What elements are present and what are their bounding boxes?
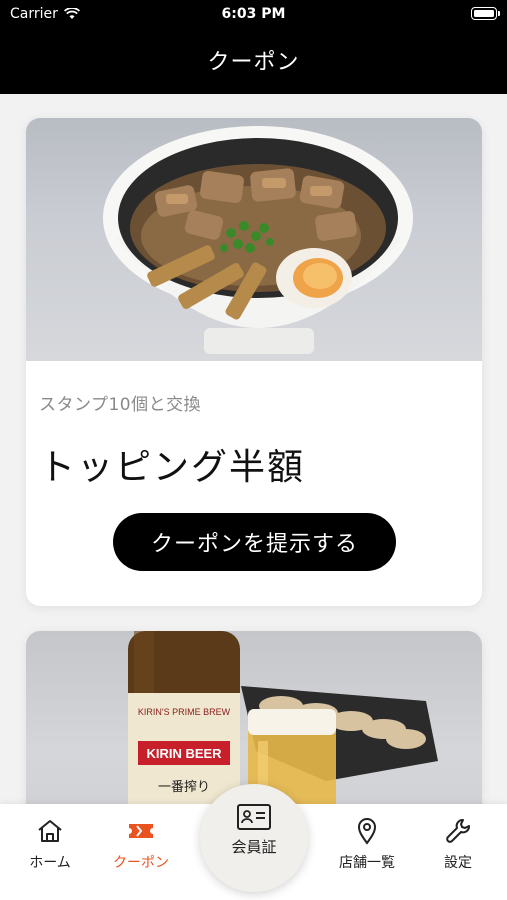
beer-label-brand: KIRIN BEER xyxy=(146,746,222,761)
coupon-title: トッピング半額 xyxy=(39,447,306,488)
clock: 6:03 PM xyxy=(221,6,286,22)
show-coupon-button[interactable]: クーポンを提示する xyxy=(113,513,396,571)
tab-coupon-label: クーポン xyxy=(113,855,169,871)
tab-settings-label: 設定 xyxy=(444,855,472,871)
tab-coupon[interactable]: クーポン xyxy=(96,816,186,872)
coupon-card: スタンプ10個と交換 トッピング半額 クーポンを提示する xyxy=(26,118,482,606)
beer-gyoza-illustration: KIRIN'S PRIME BREW KIRIN BEER 一番搾り xyxy=(128,631,438,804)
map-pin-icon xyxy=(357,818,377,845)
status-bar: Carrier 6:03 PM xyxy=(0,0,507,28)
coupon-condition: スタンプ10個と交換 xyxy=(39,395,202,415)
battery-icon xyxy=(471,7,500,20)
beer-label-sub: 一番搾り xyxy=(158,779,210,795)
ramen-illustration xyxy=(103,126,413,354)
tab-settings[interactable]: 設定 xyxy=(413,816,503,872)
tab-home[interactable]: ホーム xyxy=(5,816,95,872)
home-icon xyxy=(38,820,62,842)
tab-member-card[interactable]: 会員証 xyxy=(200,784,308,892)
top-bar: Carrier 6:03 PM クーポン xyxy=(0,0,507,94)
page-title: クーポン xyxy=(207,50,300,75)
tab-home-label: ホーム xyxy=(29,855,71,871)
tab-stores[interactable]: 店舗一覧 xyxy=(322,816,412,872)
tab-stores-label: 店舗一覧 xyxy=(339,855,395,871)
coupon-card: KIRIN'S PRIME BREW KIRIN BEER 一番搾り xyxy=(26,631,482,804)
ticket-icon xyxy=(129,824,153,838)
coupon-list[interactable]: スタンプ10個と交換 トッピング半額 クーポンを提示する KIRIN'S PRI… xyxy=(0,94,507,804)
id-card-icon xyxy=(237,804,271,830)
ramen-photo xyxy=(26,118,482,361)
beer-gyoza-photo: KIRIN'S PRIME BREW KIRIN BEER 一番搾り xyxy=(26,631,482,804)
screen: Carrier 6:03 PM クーポン スタンプ10個と交換 トッピング半額 … xyxy=(0,0,507,900)
beer-label-top: KIRIN'S PRIME BREW xyxy=(138,707,231,717)
wrench-icon xyxy=(446,819,470,843)
tab-member-label: 会員証 xyxy=(231,838,277,856)
